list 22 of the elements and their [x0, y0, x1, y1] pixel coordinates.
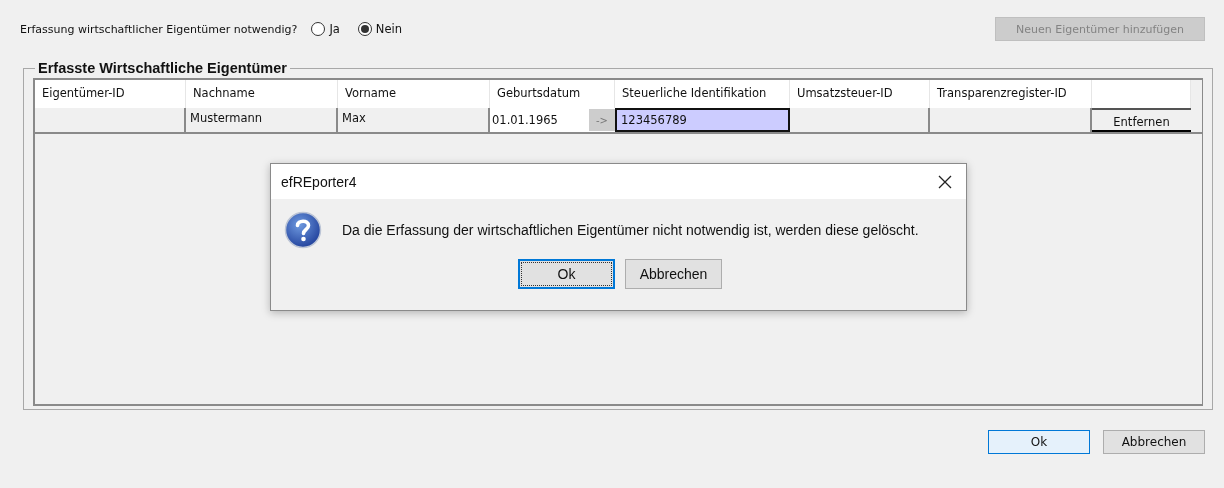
column-header: Steuerliche Identifikation — [615, 80, 790, 108]
radio-option[interactable]: Nein — [357, 22, 402, 36]
column-header: Eigentümer-ID — [35, 80, 186, 108]
column-header: Geburtsdatum — [490, 80, 615, 108]
group-title: Erfasste Wirtschaftliche Eigentümer — [37, 60, 288, 76]
column-header: Umsatzsteuer-ID — [790, 80, 930, 108]
dialog-button[interactable]: Ok — [518, 259, 615, 289]
radio-option[interactable]: Ja — [311, 22, 340, 36]
column-header: Vorname — [338, 80, 490, 108]
dialog-button[interactable]: Abbrechen — [625, 259, 722, 289]
question-icon — [284, 211, 322, 249]
dialog-button[interactable]: Ok — [988, 430, 1090, 454]
dialog-message: Da die Erfassung der wirtschaftlichen Eigentümer nicht notwendig ist, werden diese gelöscht. — [342, 222, 919, 238]
dialog-title: efREporter4 — [281, 173, 357, 190]
date-text: 01.01.1965 — [492, 112, 558, 129]
remove-button[interactable]: Entfernen — [1092, 108, 1191, 132]
column-header: Transparenzregister-ID — [930, 80, 1092, 108]
column-header: Nachname — [186, 80, 338, 108]
tax-id-field[interactable]: 123456789 — [615, 108, 790, 132]
close-icon[interactable] — [938, 174, 952, 189]
question-label: Erfassung wirtschaftlicher Eigentümer notwendig? — [20, 22, 298, 36]
dialog-button[interactable]: Abbrechen — [1103, 430, 1205, 454]
